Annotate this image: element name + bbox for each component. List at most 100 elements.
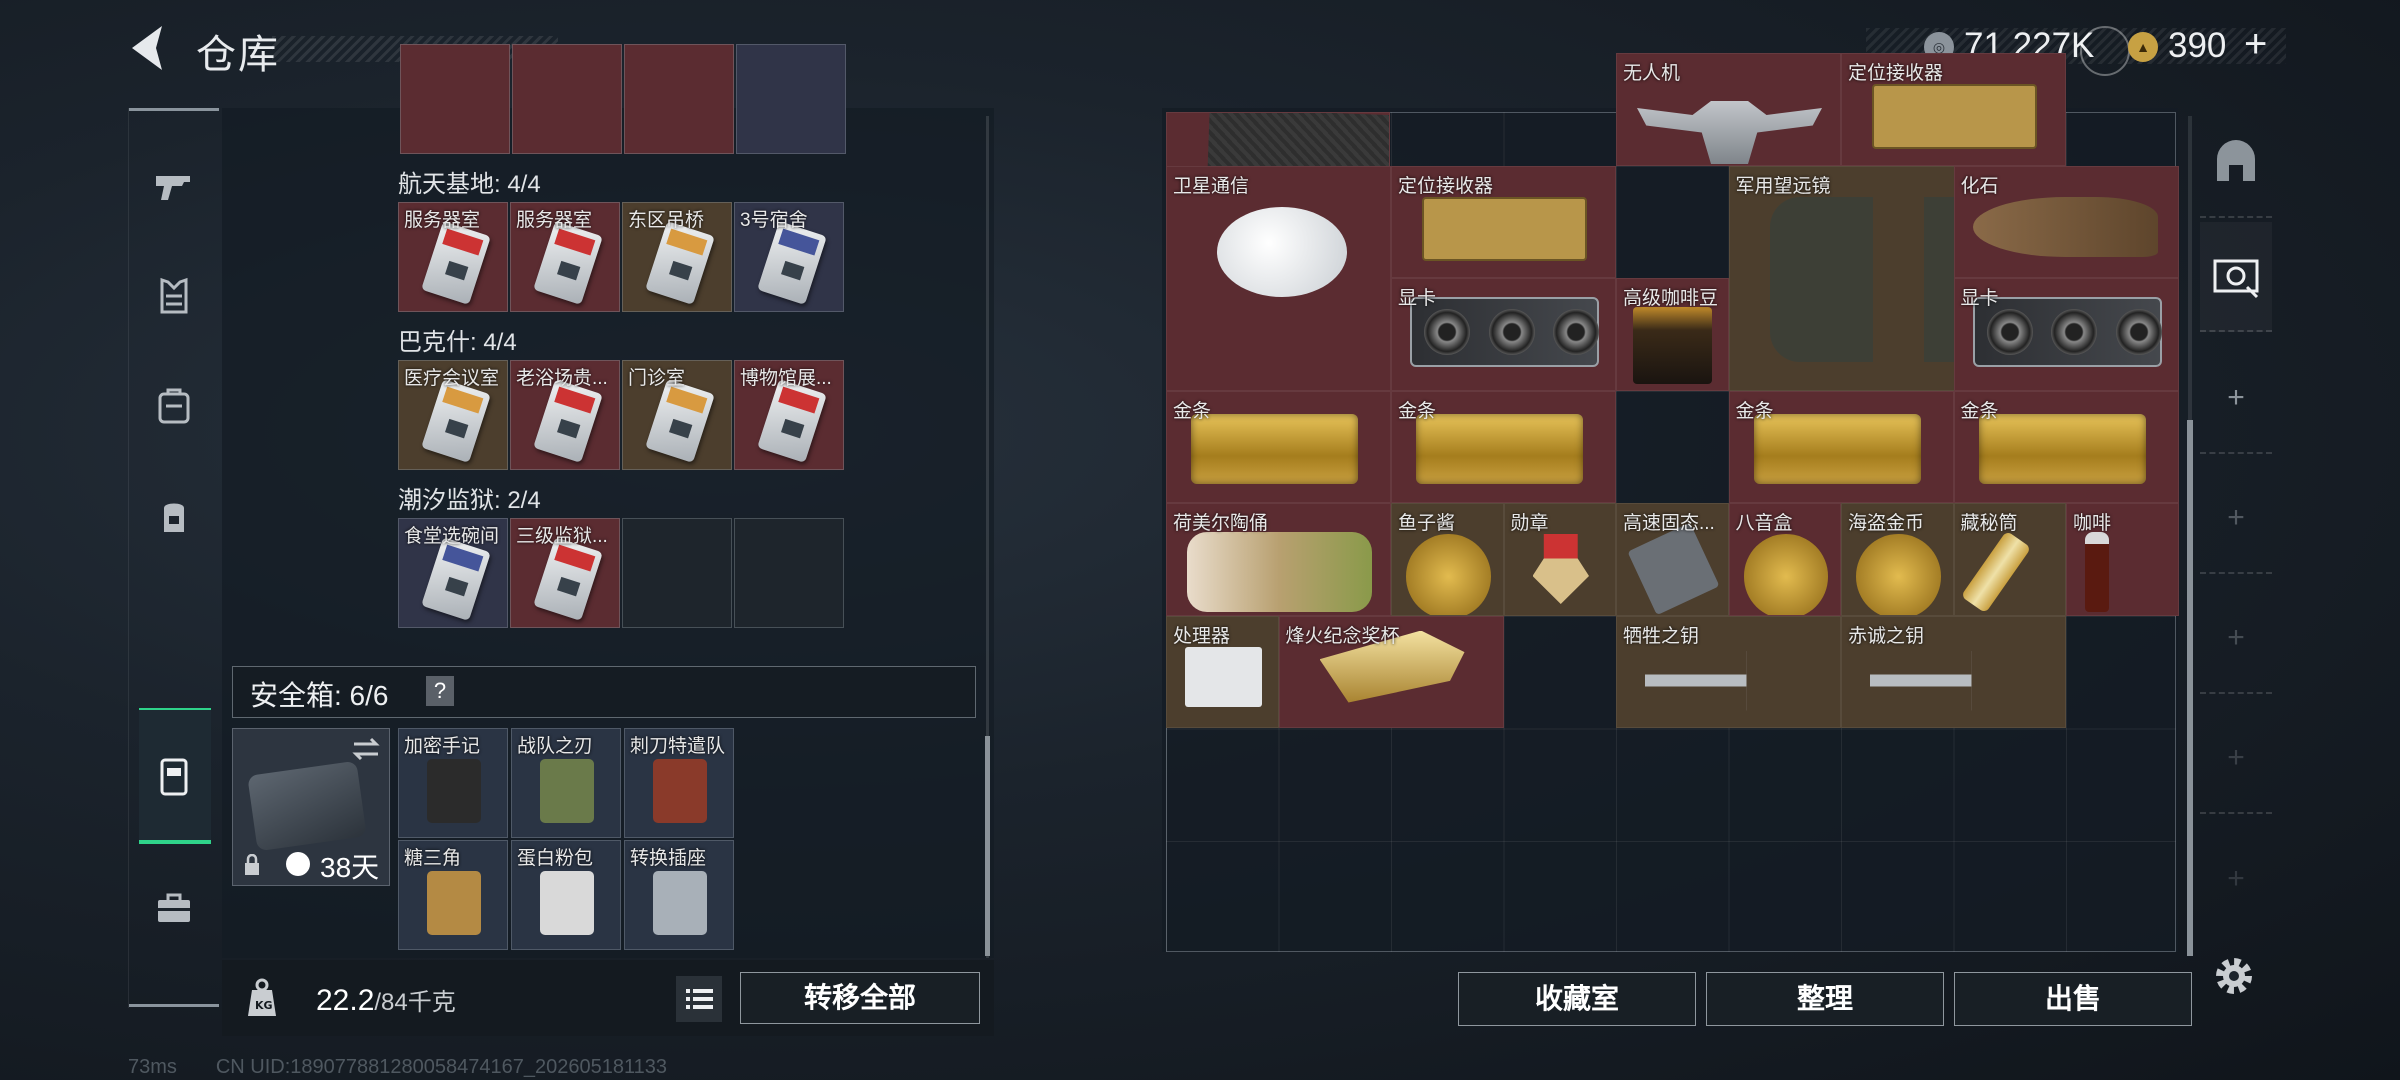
safe-item-label: 转换插座 xyxy=(630,848,707,869)
safe-case-image xyxy=(247,760,367,852)
nav-weapons[interactable] xyxy=(139,146,209,226)
transfer-all-button[interactable]: 转移全部 xyxy=(740,972,980,1024)
keycard-label: 医疗会议室 xyxy=(404,368,500,389)
nav-keycards[interactable] xyxy=(139,736,209,816)
sort-button[interactable]: 整理 xyxy=(1706,972,1944,1026)
add-storage-3[interactable]: + xyxy=(2200,584,2272,694)
nav-armor[interactable] xyxy=(139,256,209,336)
keycard-icon xyxy=(421,221,491,305)
item-gold3[interactable]: 金条 xyxy=(1728,390,1954,503)
add-storage-5[interactable]: + xyxy=(2200,824,2272,934)
item-ssd[interactable]: 高速固态... xyxy=(1616,503,1729,616)
item-gpu2[interactable]: 显卡 xyxy=(1953,278,2179,391)
item-key1[interactable]: 牺牲之钥 xyxy=(1616,615,1841,728)
armor-icon xyxy=(160,277,188,314)
safe-help-button[interactable]: ? xyxy=(426,676,454,706)
add-storage-4[interactable]: + xyxy=(2200,704,2272,814)
add-currency-button[interactable]: + xyxy=(2244,22,2267,67)
item-drone[interactable]: 无人机 xyxy=(1616,53,1841,166)
nav-backpack[interactable] xyxy=(139,366,209,446)
back-button[interactable] xyxy=(124,22,174,74)
premium-amount: 390 xyxy=(2168,26,2227,65)
safe-item-slot[interactable]: 糖三角 xyxy=(398,840,508,950)
keycard-slot[interactable]: 东区吊桥 xyxy=(622,202,732,312)
keycard-slot[interactable]: 服务器室 xyxy=(398,202,508,312)
keycard-slot[interactable]: 医疗会议室 xyxy=(398,360,508,470)
item-porcelain[interactable]: 荷美尔陶俑 xyxy=(1166,503,1391,616)
round-item-icon xyxy=(1406,534,1491,615)
list-icon xyxy=(686,989,713,1009)
gold-bar-icon xyxy=(1416,413,1583,484)
keycard-slot[interactable]: 3号宿舍 xyxy=(734,202,844,312)
item-locator1[interactable]: 定位接收器 xyxy=(1841,53,2066,166)
keycard-slot[interactable]: 服务器室 xyxy=(510,202,620,312)
item-scroll[interactable]: 藏秘筒 xyxy=(1953,503,2066,616)
keycard-slot[interactable]: 博物馆展... xyxy=(734,360,844,470)
swap-icon[interactable] xyxy=(350,736,382,762)
keycard-slot[interactable]: 门诊室 xyxy=(622,360,732,470)
list-view-button[interactable] xyxy=(676,976,722,1022)
item-label: 咖啡 xyxy=(2073,513,2112,534)
item-gpu1[interactable]: 显卡 xyxy=(1391,278,1616,391)
item-cola[interactable]: 咖啡 xyxy=(2066,503,2179,616)
item-gold1[interactable]: 金条 xyxy=(1166,390,1391,503)
gun-icon xyxy=(156,176,190,200)
settings-gear-icon[interactable] xyxy=(2210,952,2258,1000)
item-locator2[interactable]: 定位接收器 xyxy=(1391,165,1616,278)
item-gold2[interactable]: 金条 xyxy=(1391,390,1616,503)
item-fossil[interactable]: 化石 xyxy=(1953,165,2179,278)
currency-ring-icon xyxy=(2080,26,2130,76)
toolbox-icon xyxy=(158,893,190,922)
item-satellite[interactable]: 卫星通信 xyxy=(1166,165,1391,391)
item-medal[interactable]: 勋章 xyxy=(1503,503,1616,616)
keycard-slot[interactable] xyxy=(734,518,844,628)
item-caviar[interactable]: 鱼子酱 xyxy=(1391,503,1504,616)
add-storage-2[interactable]: + xyxy=(2200,464,2272,574)
sell-button[interactable]: 出售 xyxy=(1954,972,2192,1026)
safe-item-label: 战队之刃 xyxy=(517,736,594,757)
item-label: 金条 xyxy=(1735,400,1774,422)
left-scroll-thumb[interactable] xyxy=(985,736,990,956)
safe-item-slot[interactable]: 转换插座 xyxy=(624,840,734,950)
item-coffee[interactable]: 高级咖啡豆 xyxy=(1616,278,1729,391)
item-key2[interactable]: 赤诚之钥 xyxy=(1841,615,2066,728)
safe-item-slot[interactable]: 蛋白粉包 xyxy=(511,840,621,950)
item-processor[interactable]: 处理器 xyxy=(1166,615,1279,728)
receiver-icon xyxy=(1872,84,2037,149)
keycard-label: 门诊室 xyxy=(628,368,686,389)
premium-coin-icon: ▲ xyxy=(2128,32,2158,62)
collection-room-button[interactable]: 收藏室 xyxy=(1458,972,1696,1026)
keycard-slot[interactable]: 食堂选碗间 xyxy=(398,518,508,628)
weight-value: 22.2 xyxy=(316,984,375,1017)
item-label: 高级咖啡豆 xyxy=(1623,288,1719,309)
storage-tab-safe[interactable] xyxy=(2200,222,2272,332)
safe-item-slot[interactable]: 刺刀特遣队 xyxy=(624,728,734,838)
plus-icon: + xyxy=(2227,862,2245,895)
safe-item-slot[interactable]: 战队之刃 xyxy=(511,728,621,838)
item-musicbox[interactable]: 八音盒 xyxy=(1728,503,1841,616)
right-scroll-thumb[interactable] xyxy=(2187,420,2193,956)
key-icon xyxy=(1870,650,2039,711)
item-trophy[interactable]: 烽火纪念奖杯 xyxy=(1278,615,1504,728)
shelter-icon xyxy=(2217,140,2255,181)
safe-item-label: 加密手记 xyxy=(404,736,481,757)
vest-icon xyxy=(164,503,184,532)
safe-item-icon xyxy=(653,759,707,823)
nav-toolbox[interactable] xyxy=(139,868,209,948)
storage-tab-home[interactable] xyxy=(2200,108,2272,218)
safe-item-icon xyxy=(653,871,707,935)
keycard-icon xyxy=(421,379,491,463)
keycard-slot[interactable]: 三级监狱... xyxy=(510,518,620,628)
keycard-slot[interactable] xyxy=(622,518,732,628)
item-piratecoin[interactable]: 海盗金币 xyxy=(1841,503,1954,616)
item-gold4[interactable]: 金条 xyxy=(1953,390,2179,503)
keycard-slot[interactable]: 老浴场贵... xyxy=(510,360,620,470)
keycard-icon xyxy=(645,221,715,305)
add-storage-1[interactable]: + xyxy=(2200,344,2272,454)
status-line: 73ms CN UID:189077881280058474167_202605… xyxy=(128,1056,667,1079)
nav-vest[interactable] xyxy=(139,476,209,556)
gpu-icon xyxy=(1410,297,1599,367)
gold-bar-icon xyxy=(1978,413,2146,484)
safe-item-slot[interactable]: 加密手记 xyxy=(398,728,508,838)
safe-icon xyxy=(2213,259,2259,299)
